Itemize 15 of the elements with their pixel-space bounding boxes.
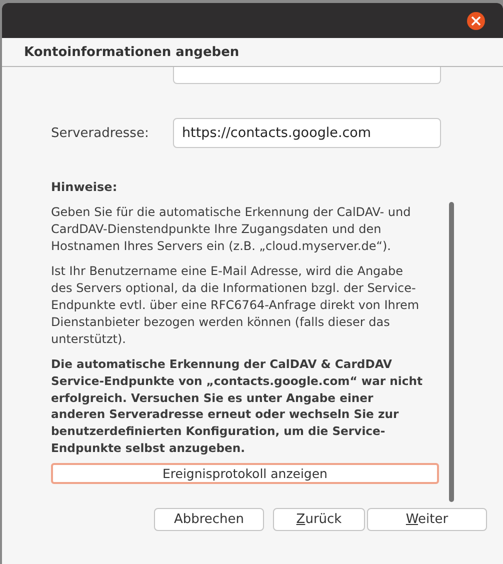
field-label: Serveradresse: (51, 126, 150, 140)
close-button[interactable] (467, 12, 485, 30)
paragraph: Ist Ihr Benutzername eine E-Mail Adresse, wird die Angabe des Servers optional, da die Informationen bzgl. der Service-Endpunkte evtl. über eine RFC6764-Anfrage direkt von Ihrem Dienstanbieter bezogen werden können (falls dieser das unterstützt). (51, 263, 420, 348)
notes-heading: Hinweise: (51, 180, 118, 194)
log-button[interactable]: Ereignisprotokoll anzeigen (51, 462, 439, 484)
scrollbar[interactable] (449, 202, 454, 502)
close-icon (470, 14, 482, 26)
dialog-button[interactable]: Zurück (273, 508, 365, 531)
paragraph: Die automatische Erkennung der CalDAV & CardDAV Service-Endpunkte von „contacts.google.com“ war nicht erfolgreich. Versuchen Sie es unter Angabe einer anderen Serveradresse erneut oder wechseln Sie zur benutzerdefinierten Konfiguration, um die Service-Endpunkte selbst anzugeben. (51, 356, 423, 457)
dialog-button[interactable]: Weiter (367, 508, 487, 531)
dialog-button[interactable]: Abbrechen (154, 508, 264, 531)
input-field[interactable]: https://contacts.google.com (173, 118, 441, 148)
paragraph: Geben Sie für die automatische Erkennung der CalDAV- und CardDAV-Dienstendpunkte Ihre Zugangsdaten und den Hostnamen Ihres Servers ein (z.B. „cloud.myserver.de“). (51, 204, 412, 255)
input-field[interactable] (173, 67, 441, 84)
dialog-title: Kontoinformationen angeben (24, 44, 240, 60)
